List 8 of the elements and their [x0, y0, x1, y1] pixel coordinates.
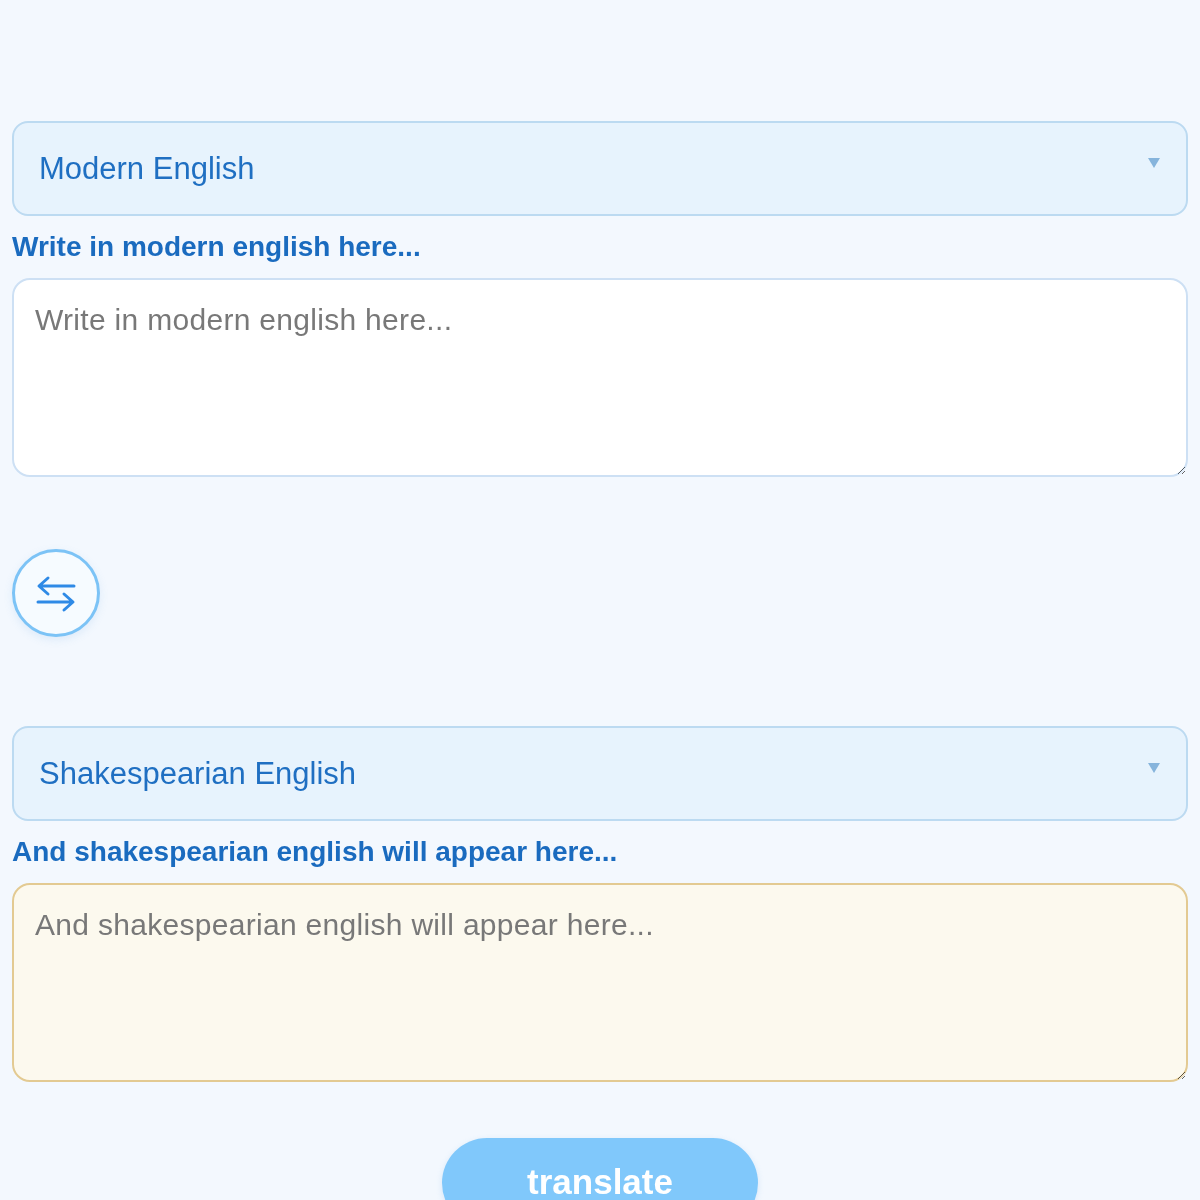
text-area[interactable]: Write in modern english here...: [12, 278, 1188, 477]
language-select[interactable]: Shakespearian English: [12, 726, 1188, 821]
caret-icon: [1148, 763, 1160, 773]
language-select[interactable]: Modern English: [12, 121, 1188, 216]
caret-icon: [1148, 158, 1160, 168]
text-area[interactable]: And shakespearian english will appear here...: [12, 883, 1188, 1082]
field-label: Write in modern english here...: [12, 230, 422, 264]
field-label: And shakespearian english will appear here...: [12, 835, 619, 869]
